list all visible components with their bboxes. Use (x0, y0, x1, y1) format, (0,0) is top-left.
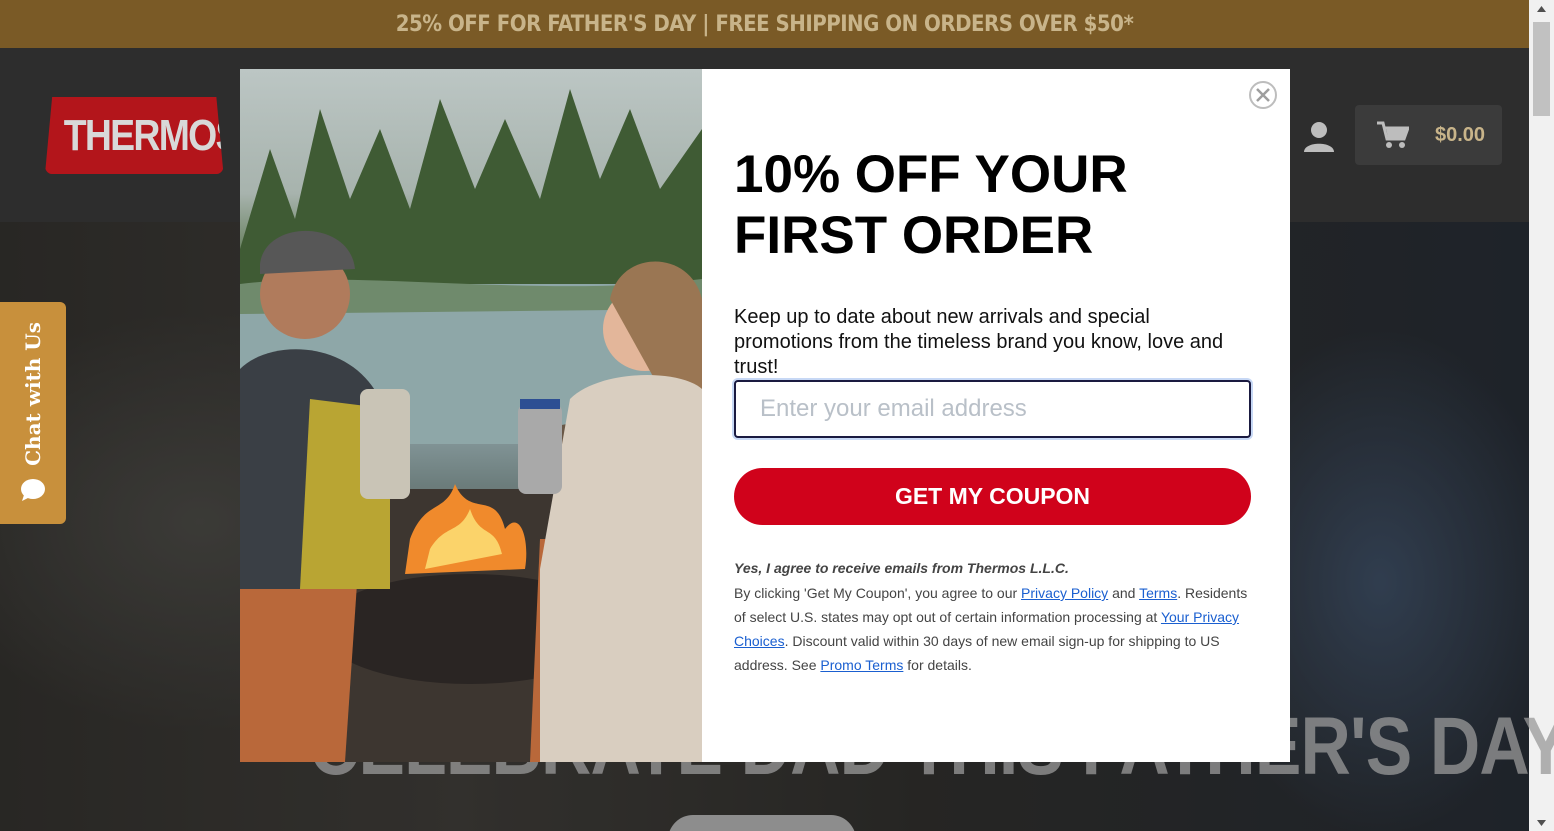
cart-button[interactable]: $0.00 (1355, 105, 1502, 165)
close-modal-button[interactable] (1249, 81, 1277, 109)
get-coupon-button[interactable]: GET MY COUPON (734, 468, 1251, 525)
promo-terms-link[interactable]: Promo Terms (820, 657, 903, 673)
terms-link[interactable]: Terms (1139, 585, 1177, 601)
chat-tab[interactable]: Chat with Us (0, 302, 66, 524)
announcement-text: 25% OFF FOR FATHER'S DAY | FREE SHIPPING… (395, 11, 1134, 37)
campfire-illustration (240, 89, 702, 762)
scrollbar-thumb[interactable] (1533, 22, 1550, 116)
campfire-photo (240, 69, 702, 762)
announcement-bar: 25% OFF FOR FATHER'S DAY | FREE SHIPPING… (0, 0, 1529, 48)
user-icon[interactable] (1302, 120, 1336, 154)
hero-cta-button[interactable] (668, 815, 856, 831)
cart-total: $0.00 (1435, 123, 1486, 146)
privacy-policy-link[interactable]: Privacy Policy (1021, 585, 1108, 601)
scroll-up-arrow-icon[interactable] (1529, 0, 1554, 17)
email-input[interactable] (734, 380, 1251, 438)
cart-icon (1377, 121, 1409, 148)
chat-bubble-icon (21, 479, 45, 501)
thermos-logo[interactable]: THERMOS. (45, 97, 224, 174)
close-icon (1256, 88, 1270, 102)
chat-tab-label: Chat with Us (21, 322, 45, 466)
scroll-down-arrow-icon[interactable] (1529, 814, 1554, 831)
